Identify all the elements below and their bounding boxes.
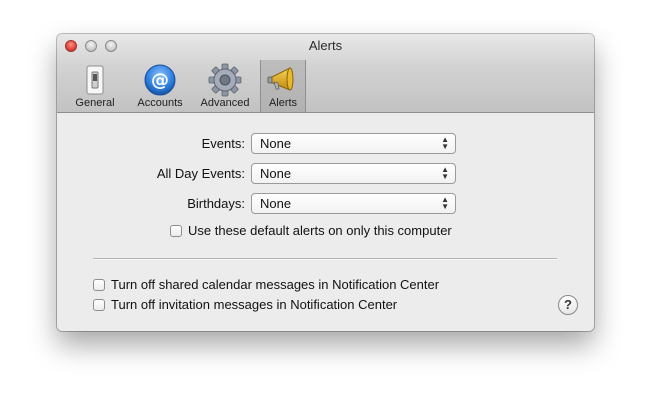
events-value: None	[260, 136, 292, 151]
tab-general[interactable]: General	[65, 60, 125, 112]
default-alerts-checkbox[interactable]: Use these default alerts on only this co…	[170, 223, 452, 238]
alerts-pane: Events: None ▲ ▼ All Day Events: None ▲ ▼ …	[57, 113, 594, 331]
preferences-window: Alerts General @ Accounts Advanced Alert…	[57, 34, 594, 331]
invitation-checkbox[interactable]: Turn off invitation messages in Notifica…	[93, 297, 397, 312]
checkbox-box[interactable]	[170, 224, 182, 237]
popup-arrows-icon: ▲ ▼	[441, 165, 449, 181]
help-button[interactable]: ?	[558, 295, 578, 315]
svg-text:@: @	[151, 70, 169, 91]
switch-icon	[86, 65, 104, 95]
gear-icon	[208, 63, 242, 97]
title-bar: Alerts General @ Accounts Advanced Alert…	[57, 34, 594, 113]
all-day-events-popup[interactable]: None ▲ ▼	[251, 163, 456, 184]
invitation-label: Turn off invitation messages in Notifica…	[111, 297, 398, 312]
events-label: Events:	[201, 136, 245, 151]
birthdays-popup[interactable]: None ▲ ▼	[251, 193, 456, 214]
megaphone-icon	[267, 67, 294, 91]
popup-arrows-icon: ▲ ▼	[441, 135, 449, 151]
default-alerts-label: Use these default alerts on only this co…	[188, 223, 452, 238]
tab-alerts[interactable]: Alerts	[260, 60, 306, 112]
window-title: Alerts	[308, 38, 343, 53]
birthdays-value: None	[260, 196, 292, 211]
all-day-events-row: All Day Events: None ▲ ▼	[57, 163, 594, 185]
events-row: Events: None ▲ ▼	[57, 133, 594, 155]
checkbox-box[interactable]	[93, 278, 105, 291]
shared-calendar-checkbox[interactable]: Turn off shared calendar messages in Not…	[93, 277, 439, 292]
birthdays-row: Birthdays: None ▲ ▼	[57, 193, 594, 215]
tab-alerts-label: Alerts	[268, 97, 298, 109]
events-popup[interactable]: None ▲ ▼	[251, 133, 456, 154]
tab-advanced[interactable]: Advanced	[195, 60, 255, 112]
tab-accounts[interactable]: @ Accounts	[130, 60, 190, 112]
divider	[93, 258, 557, 260]
at-sign-icon: @	[144, 64, 176, 96]
birthdays-label: Birthdays:	[187, 196, 245, 211]
tab-advanced-label: Advanced	[200, 97, 250, 109]
tab-accounts-label: Accounts	[137, 97, 183, 109]
tab-general-label: General	[75, 97, 115, 109]
popup-arrows-icon: ▲ ▼	[441, 195, 449, 211]
all-day-events-label: All Day Events:	[156, 166, 245, 181]
checkbox-box[interactable]	[93, 298, 105, 311]
all-day-events-value: None	[260, 166, 292, 181]
preferences-toolbar: General @ Accounts Advanced Alerts	[65, 60, 311, 112]
shared-calendar-label: Turn off shared calendar messages in Not…	[111, 277, 440, 292]
